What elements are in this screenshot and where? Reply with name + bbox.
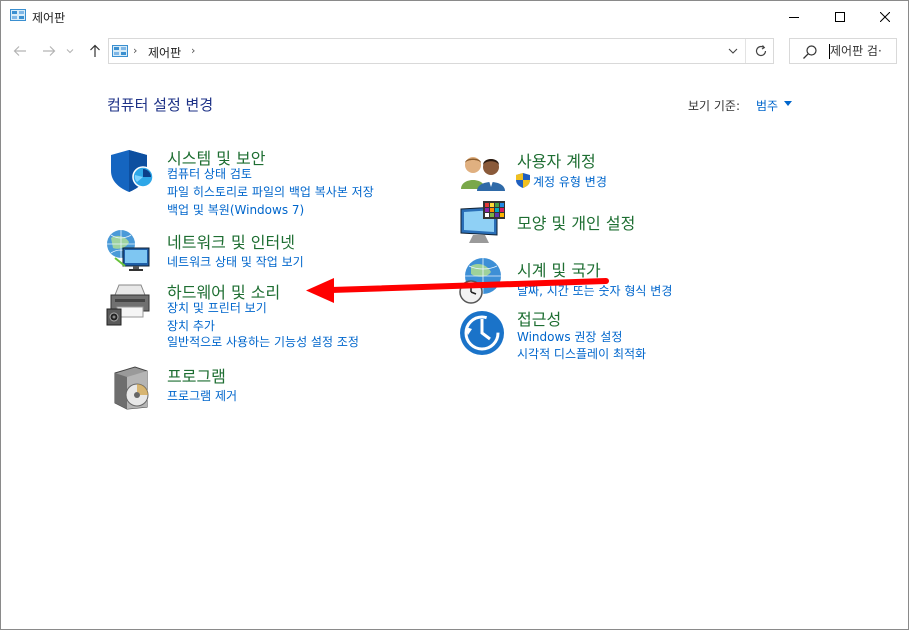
category-title-clock-region[interactable]: 시계 및 국가 [517, 257, 601, 281]
address-divider [745, 39, 746, 63]
printer-speaker-icon[interactable] [105, 279, 153, 327]
recent-locations-button[interactable] [65, 43, 75, 59]
category-title-user-accounts[interactable]: 사용자 계정 [517, 148, 596, 172]
control-panel-app-icon [10, 9, 26, 21]
link-devices-printers[interactable]: 장치 및 프린터 보기 [167, 299, 267, 316]
close-icon [880, 11, 890, 22]
view-by-label: 보기 기준: [688, 99, 741, 113]
category-title-accessibility[interactable]: 접근성 [517, 306, 561, 330]
close-button[interactable] [862, 1, 908, 32]
link-review-computer-status[interactable]: 컴퓨터 상태 검토 [167, 165, 252, 182]
address-bar[interactable]: › 제어판 › [108, 38, 774, 64]
search-box[interactable] [789, 38, 897, 64]
link-optimize-visual-display[interactable]: 시각적 디스플레이 최적화 [517, 345, 646, 362]
link-change-account-type[interactable]: 계정 유형 변경 [533, 173, 607, 190]
maximize-icon [835, 11, 845, 22]
window-title: 제어판 [32, 11, 66, 25]
forward-button[interactable] [41, 43, 57, 59]
arrow-left-icon [13, 46, 26, 56]
refresh-icon [755, 45, 767, 57]
minimize-icon [789, 16, 799, 18]
view-by-dropdown[interactable]: 범주 [756, 97, 778, 114]
search-icon [803, 45, 817, 59]
title-bar[interactable]: 제어판 [1, 1, 908, 32]
link-adjust-common-settings[interactable]: 일반적으로 사용하는 기능성 설정 조정 [167, 333, 359, 350]
arrow-up-icon [90, 44, 100, 57]
link-backup-restore-windows7[interactable]: 백업 및 복원(Windows 7) [167, 201, 304, 218]
up-button[interactable] [87, 43, 103, 59]
page-title: 컴퓨터 설정 변경 [107, 96, 214, 114]
chevron-down-icon [728, 48, 738, 54]
search-input[interactable] [830, 41, 894, 61]
caret-down-icon[interactable] [784, 101, 792, 106]
control-panel-window: 제어판 › 제어판 › 제어판 검· 컴퓨터 설정 변경 보기 기준: 범주 시… [0, 0, 909, 630]
refresh-button[interactable] [750, 39, 772, 63]
chevron-down-icon [66, 49, 74, 54]
clock-globe-icon[interactable] [457, 256, 505, 304]
programs-disc-box-icon[interactable] [111, 363, 159, 411]
uac-shield-icon [516, 173, 530, 188]
appearance-monitor-icon[interactable] [459, 199, 507, 247]
shield-icon[interactable] [107, 147, 155, 195]
maximize-button[interactable] [817, 1, 863, 32]
back-button[interactable] [12, 43, 28, 59]
link-uninstall-program[interactable]: 프로그램 제거 [167, 387, 237, 404]
network-globe-icon[interactable] [105, 226, 153, 274]
address-history-dropdown[interactable] [723, 39, 743, 63]
breadcrumb-separator[interactable]: › [133, 44, 137, 57]
navigation-bar: › 제어판 › [1, 32, 908, 72]
accessibility-icon[interactable] [458, 309, 506, 357]
minimize-button[interactable] [771, 1, 817, 32]
user-accounts-icon[interactable] [459, 149, 507, 197]
link-change-date-time-format[interactable]: 날짜, 시간 또는 숫자 형식 변경 [517, 282, 672, 299]
arrow-right-icon [43, 46, 56, 56]
link-network-status-tasks[interactable]: 네트워크 상태 및 작업 보기 [167, 253, 304, 270]
link-add-device[interactable]: 장치 추가 [167, 317, 215, 334]
control-panel-small-icon [112, 45, 128, 57]
category-title-programs[interactable]: 프로그램 [167, 363, 226, 387]
category-title-network-internet[interactable]: 네트워크 및 인터넷 [167, 229, 295, 253]
link-windows-recommended-settings[interactable]: Windows 권장 설정 [517, 328, 622, 345]
breadcrumb-control-panel[interactable]: 제어판 [148, 44, 181, 61]
category-title-appearance[interactable]: 모양 및 개인 설정 [517, 210, 635, 234]
breadcrumb-separator-end[interactable]: › [191, 44, 195, 57]
link-file-history-backup[interactable]: 파일 히스토리로 파일의 백업 복사본 저장 [167, 183, 374, 200]
